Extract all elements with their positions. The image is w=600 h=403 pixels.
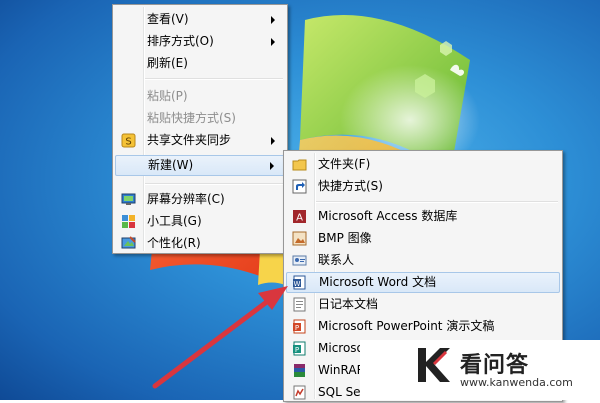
menu-item-label: 个性化(R) (147, 236, 201, 250)
publisher-icon: P (293, 341, 306, 356)
word-icon: W (293, 275, 306, 290)
bitmap-icon (292, 231, 307, 246)
svg-text:A: A (296, 213, 303, 224)
menu-item-new-powerpoint[interactable]: P Microsoft PowerPoint 演示文稿 (286, 316, 560, 337)
menu-item-paste-shortcut[interactable]: 粘贴快捷方式(S) (115, 108, 285, 129)
menu-item-new-journal-document[interactable]: 日记本文档 (286, 294, 560, 315)
menu-item-view[interactable]: 查看(V) (115, 9, 285, 30)
menu-item-shared-folder-sync[interactable]: S 共享文件夹同步 (115, 130, 285, 151)
journal-icon (293, 297, 306, 312)
menu-item-new-folder[interactable]: 文件夹(F) (286, 154, 560, 175)
menu-item-new-access-database[interactable]: A Microsoft Access 数据库 (286, 206, 560, 227)
menu-item-new-bmp-image[interactable]: BMP 图像 (286, 228, 560, 249)
menu-item-label: 日记本文档 (318, 297, 379, 311)
menu-item-new[interactable]: 新建(W) (115, 155, 285, 176)
menu-item-label: 联系人 (318, 253, 355, 267)
monitor-icon (121, 193, 136, 205)
submenu-arrow-icon (271, 137, 275, 145)
personalize-icon (121, 236, 136, 249)
menu-item-label: BMP 图像 (318, 231, 372, 245)
menu-item-label: Microsoft Access 数据库 (318, 209, 458, 223)
menu-item-label: 屏幕分辨率(C) (147, 192, 225, 206)
menu-item-sort-by[interactable]: 排序方式(O) (115, 31, 285, 52)
submenu-arrow-icon (271, 16, 275, 24)
menu-item-label: 共享文件夹同步 (147, 133, 232, 147)
menu-item-label: 刷新(E) (147, 56, 188, 70)
access-icon: A (293, 210, 306, 224)
menu-item-refresh[interactable]: 刷新(E) (115, 53, 285, 74)
menu-item-label: 粘贴(P) (147, 89, 188, 103)
submenu-arrow-icon (271, 38, 275, 46)
kanwenda-logo-icon (418, 348, 450, 382)
menu-item-paste[interactable]: 粘贴(P) (115, 86, 285, 107)
desktop-context-menu: 查看(V) 排序方式(O) 刷新(E) 粘贴(P) 粘贴快捷方式(S) S 共享… (112, 4, 288, 254)
submenu-arrow-icon (270, 162, 274, 170)
menu-item-screen-resolution[interactable]: 屏幕分辨率(C) (115, 189, 285, 210)
menu-separator (316, 201, 558, 203)
svg-text:P: P (295, 346, 299, 354)
folder-icon (292, 159, 307, 171)
menu-item-label: 排序方式(O) (147, 34, 214, 48)
menu-item-label: WinRAR (318, 363, 365, 377)
menu-item-label: Microso (318, 341, 364, 355)
watermark-title: 看问答 (460, 353, 530, 378)
winrar-icon (294, 364, 305, 377)
sql-profiler-icon (293, 385, 306, 400)
watermark-url: www.kanwenda.com (460, 376, 573, 389)
menu-item-label: 粘贴快捷方式(S) (147, 111, 236, 125)
menu-separator (145, 183, 283, 185)
menu-item-label: 新建(W) (148, 158, 194, 172)
menu-item-label: 小工具(G) (147, 214, 202, 228)
menu-item-label: 文件夹(F) (318, 157, 371, 171)
menu-item-gadgets[interactable]: 小工具(G) (115, 211, 285, 232)
powerpoint-icon: P (293, 319, 306, 334)
menu-item-label: 查看(V) (147, 12, 189, 26)
svg-text:W: W (294, 280, 301, 288)
contact-icon (292, 255, 307, 266)
menu-item-new-word-document[interactable]: W Microsoft Word 文档 (286, 272, 560, 293)
menu-separator (145, 78, 283, 80)
menu-item-personalize[interactable]: 个性化(R) (115, 233, 285, 254)
svg-text:P: P (295, 324, 299, 332)
sync-icon: S (121, 133, 136, 148)
menu-item-label: 快捷方式(S) (318, 179, 383, 193)
menu-item-new-shortcut[interactable]: 快捷方式(S) (286, 176, 560, 197)
gadgets-icon (122, 215, 135, 228)
menu-item-label: Microsoft Word 文档 (319, 275, 437, 289)
menu-item-new-contact[interactable]: 联系人 (286, 250, 560, 271)
menu-item-label: Microsoft PowerPoint 演示文稿 (318, 319, 495, 333)
shortcut-icon (292, 179, 307, 194)
svg-text:S: S (125, 137, 131, 148)
